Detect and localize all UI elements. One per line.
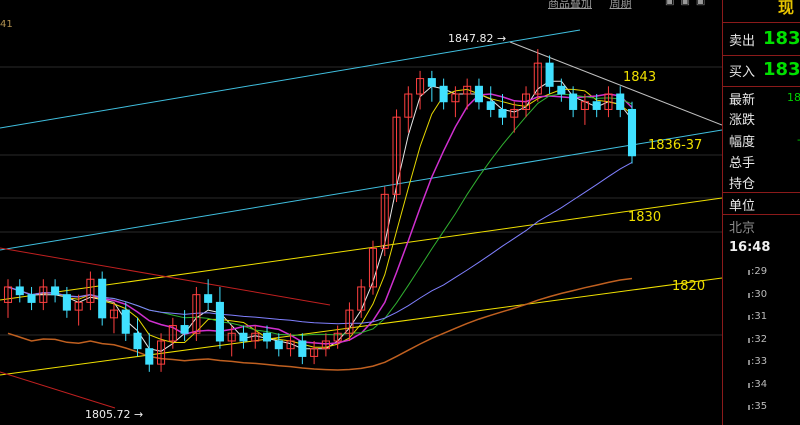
candle-body (439, 85, 448, 103)
settings-icon[interactable]: ▣ (696, 0, 711, 7)
tick-label: :31 (751, 311, 768, 322)
tick-label: :35 (751, 401, 768, 412)
toolbar-icons: ▣▣▣ (665, 0, 711, 7)
candle-body (592, 101, 601, 110)
tick-mark (748, 337, 750, 343)
tick-mark (748, 382, 750, 388)
tick-mark (748, 360, 750, 365)
candle-body (215, 301, 224, 342)
amplitude-label: 幅度 (729, 135, 756, 150)
high-annotation: 1847.82 → (448, 32, 507, 45)
candle-body (627, 108, 637, 157)
sell-label: 卖出 (729, 34, 756, 49)
overlay-menu-item[interactable]: 商品叠加 (548, 0, 592, 10)
tick-mark (748, 315, 750, 320)
quote-panel: 现 卖出 183 买入 183 最新 18 涨跌 幅度 - 总手 持仓 单位 北… (722, 0, 800, 425)
red-trend-line-1 (0, 247, 331, 306)
candle-body (51, 286, 60, 296)
candle-body (180, 325, 189, 334)
candle-body (569, 93, 578, 110)
candle-body (427, 78, 436, 87)
candle-body (557, 85, 566, 95)
candle-body (133, 332, 142, 350)
change-label: 涨跌 (729, 113, 756, 128)
candle-body (239, 332, 248, 342)
grid-icon[interactable]: ▣ (665, 0, 680, 7)
tick-label: :29 (751, 266, 768, 277)
candle-body (486, 101, 495, 110)
tick-label: :30 (751, 288, 768, 300)
candle-body (474, 85, 483, 103)
tick-label: :32 (751, 333, 768, 345)
latest-label: 最新 (729, 93, 756, 108)
volume-label: 总手 (729, 156, 756, 171)
top-menu: 商品叠加 周期 (548, 0, 646, 11)
level-1830-label: 1830 (628, 210, 662, 225)
zoom-icon[interactable]: ▣ (680, 0, 695, 7)
candle-body (204, 294, 213, 303)
tick-mark (748, 292, 750, 298)
unit-label: 单位 (729, 199, 756, 214)
level-1820-label: 1820 (672, 279, 706, 294)
candle-body (262, 332, 272, 342)
low-annotation: 1805.72 → (85, 408, 144, 421)
candle-body (145, 348, 154, 365)
quote-title: 现 (778, 0, 795, 17)
period-menu-item[interactable]: 周期 (610, 0, 632, 10)
buy-value: 183 (763, 59, 800, 80)
candle-body (274, 340, 283, 350)
time-label: 16:48 (729, 240, 771, 255)
candle-body (498, 108, 507, 118)
candle-body (616, 93, 625, 110)
city-label: 北京 (729, 221, 756, 236)
edge-price-label: 41 (0, 19, 13, 30)
candle-body (15, 286, 24, 296)
level-1836-label: 1836-37 (648, 138, 703, 153)
tick-mark (748, 270, 750, 275)
buy-label: 买入 (729, 65, 756, 80)
tick-label: :34 (751, 378, 768, 390)
latest-value: 18 (787, 91, 800, 104)
candlestick-chart[interactable]: 41 商品叠加 周期 ▣▣▣ 1847.82 → 1805.72 → 1843 … (0, 0, 722, 425)
red-trend-line-2 (0, 371, 116, 409)
candle-body (121, 309, 130, 334)
position-label: 持仓 (729, 177, 756, 192)
chart-canvas (0, 29, 722, 409)
candle-body (62, 294, 71, 311)
candle-body (298, 340, 307, 357)
level-1843-label: 1843 (623, 70, 657, 85)
candle-body (27, 294, 36, 303)
tick-label: :33 (751, 356, 768, 367)
tick-mark (748, 405, 750, 410)
candle-body (545, 62, 554, 87)
candle-body (98, 278, 107, 319)
sell-value: 183 (763, 28, 800, 49)
